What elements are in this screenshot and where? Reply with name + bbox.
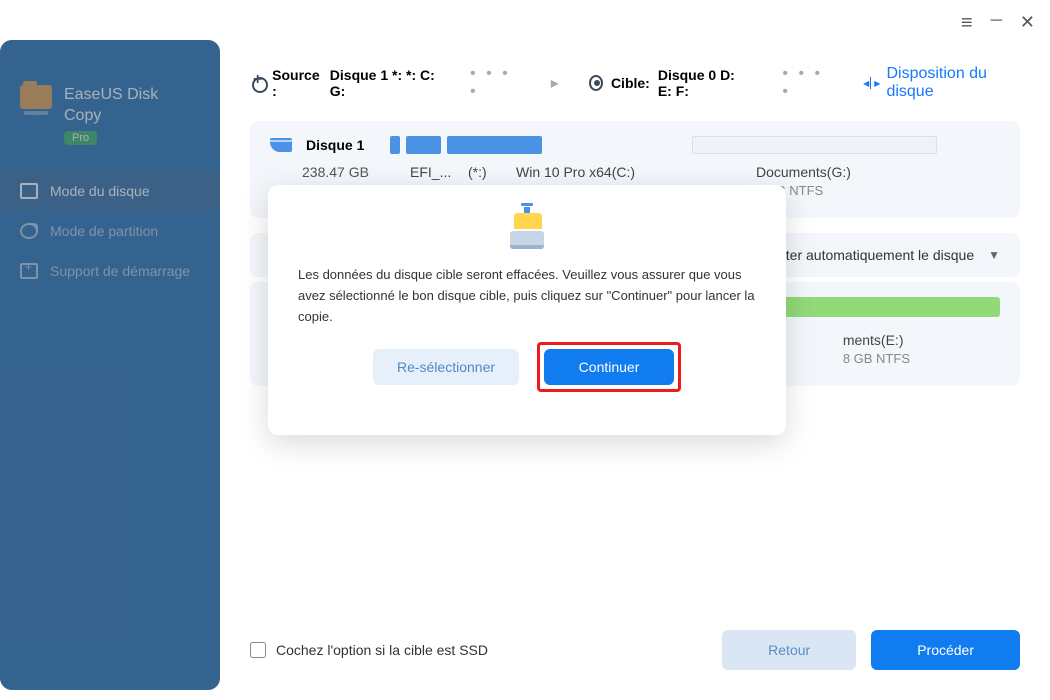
modal-message: Les données du disque cible seront effac… [298, 265, 756, 327]
reselect-button[interactable]: Re-sélectionner [373, 349, 519, 385]
confirmation-modal: Les données du disque cible seront effac… [268, 185, 786, 435]
continue-button[interactable]: Continuer [544, 349, 674, 385]
erase-disk-icon [510, 213, 544, 249]
continue-button-highlight: Continuer [537, 342, 681, 392]
